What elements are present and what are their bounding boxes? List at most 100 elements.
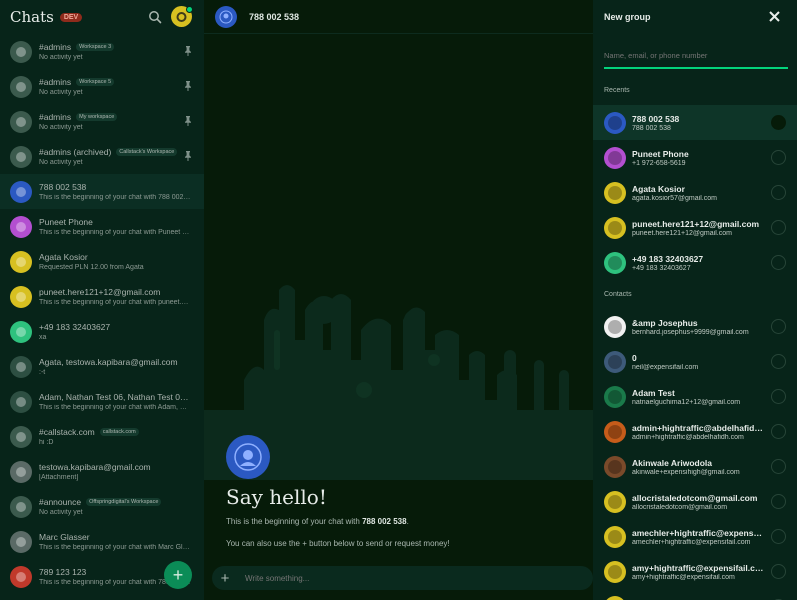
blue-avatar bbox=[10, 180, 32, 203]
participant-detail: admin+hightraffic@abdelhafidh.com bbox=[632, 433, 744, 441]
chat-row[interactable]: Agata Kosior Requested PLN 12.00 from Aga… bbox=[0, 244, 204, 279]
header-avatar[interactable] bbox=[215, 5, 237, 28]
attachment-plus-button[interactable]: + bbox=[217, 570, 233, 587]
chat-preview: No activity yet bbox=[39, 509, 83, 516]
chat-row[interactable]: +49 183 32403627 xa bbox=[0, 314, 204, 349]
search-icon[interactable] bbox=[148, 10, 162, 24]
avatar bbox=[604, 595, 626, 600]
select-radio[interactable] bbox=[771, 319, 786, 334]
chat-name: puneet.here121+12@gmail.com bbox=[39, 287, 161, 297]
participant-row[interactable]: amy+hightraffic@expensifail.com amy+hight… bbox=[593, 554, 797, 589]
select-radio[interactable] bbox=[771, 255, 786, 270]
welcome-chat-name[interactable]: 788 002 538 bbox=[362, 517, 407, 526]
select-radio[interactable] bbox=[771, 389, 786, 404]
group-avatar bbox=[10, 390, 32, 413]
participant-name: &amp Josephus bbox=[632, 317, 698, 328]
chat-name: Marc Glasser bbox=[39, 532, 90, 542]
select-radio[interactable] bbox=[771, 115, 786, 130]
select-radio[interactable] bbox=[771, 564, 786, 579]
select-radio[interactable] bbox=[771, 424, 786, 439]
participant-search-input[interactable] bbox=[604, 45, 788, 60]
chat-name: +49 183 32403627 bbox=[39, 322, 111, 332]
chat-row[interactable]: Marc Glasser This is the beginning of you… bbox=[0, 524, 204, 559]
select-radio[interactable] bbox=[771, 494, 786, 509]
red-avatar bbox=[10, 565, 32, 588]
participant-row[interactable]: 788 002 538 788 002 538 bbox=[593, 105, 797, 140]
composer: + bbox=[212, 566, 593, 590]
avatar bbox=[604, 181, 626, 204]
close-icon[interactable] bbox=[769, 11, 780, 22]
chat-row[interactable]: #admins (archived) Callstack's Workspace N… bbox=[0, 139, 204, 174]
participant-row[interactable]: amechler+hightraffic@expensifail... amech… bbox=[593, 519, 797, 554]
participant-row[interactable]: &amp Josephus bernhard.josephus+9999@gmai… bbox=[593, 309, 797, 344]
participant-row[interactable]: admin+hightraffic@abdelhafidh.comadmin+h… bbox=[593, 414, 797, 449]
participant-row[interactable]: Andrew Lee bbox=[593, 589, 797, 600]
select-radio[interactable] bbox=[771, 354, 786, 369]
group-avatar bbox=[10, 355, 32, 378]
participant-name: Puneet Phone bbox=[632, 148, 689, 159]
chat-row[interactable]: Adam, Nathan Test 06, Nathan Test 01, N.… bbox=[0, 384, 204, 419]
participant-row[interactable]: Puneet Phone +1 972-658-5619 bbox=[593, 140, 797, 175]
composer-input[interactable] bbox=[245, 573, 545, 583]
chat-name: 789 123 123 bbox=[39, 567, 87, 577]
chat-row[interactable]: #announce Offspringdigital's Workspace No … bbox=[0, 489, 204, 524]
select-radio[interactable] bbox=[771, 529, 786, 544]
avatar bbox=[604, 525, 626, 548]
photo-avatar bbox=[10, 530, 32, 553]
chat-preview: Requested PLN 12.00 from Agata bbox=[39, 264, 144, 271]
chat-row[interactable]: Puneet Phone This is the beginning of you… bbox=[0, 209, 204, 244]
green-avatar bbox=[10, 320, 32, 343]
chat-preview: xa bbox=[39, 334, 47, 341]
participant-row[interactable]: 0 neil@expensifail.com bbox=[593, 344, 797, 379]
select-radio[interactable] bbox=[771, 459, 786, 474]
participant-row[interactable]: Adam Test natnaelguchima12+12@gmail.com bbox=[593, 379, 797, 414]
participant-detail: amechler+hightraffic@expensifail.com bbox=[632, 538, 751, 546]
purple-avatar bbox=[10, 215, 32, 238]
recents-list: 788 002 538 788 002 538 Puneet Phone +1 972… bbox=[593, 105, 797, 280]
chat-list: #admins Workspace 3 No activity yet #admins… bbox=[0, 34, 204, 594]
chat-avatar-large[interactable] bbox=[226, 435, 270, 479]
chat-preview: No activity yet bbox=[39, 54, 83, 61]
contacts-label: Contacts bbox=[604, 291, 632, 298]
chat-name: #announce bbox=[39, 497, 82, 507]
avatar bbox=[604, 111, 626, 134]
chat-sidebar: Chats DEV #admins Workspace 3 No activity … bbox=[0, 0, 204, 600]
chat-row[interactable]: testowa.kapibara@gmail.com [Attachment] bbox=[0, 454, 204, 489]
chat-row[interactable]: #admins Workspace 5 No activity yet bbox=[0, 69, 204, 104]
workspace-badge: Workspace 5 bbox=[76, 78, 115, 86]
recents-label: Recents bbox=[604, 87, 630, 94]
avatar bbox=[604, 560, 626, 583]
select-radio[interactable] bbox=[771, 185, 786, 200]
avatar bbox=[604, 350, 626, 373]
panel-header: New group bbox=[593, 0, 797, 34]
select-radio[interactable] bbox=[771, 150, 786, 165]
participant-row[interactable]: +49 183 32403627 +49 183 32403627 bbox=[593, 245, 797, 280]
participant-detail: neil@expensifail.com bbox=[632, 363, 699, 371]
avatar bbox=[604, 420, 626, 443]
avatar bbox=[604, 490, 626, 513]
pin-icon bbox=[185, 81, 191, 91]
floating-action-button[interactable]: + bbox=[164, 561, 192, 589]
participant-row[interactable]: Agata Kosior agata.kosior57@gmail.com bbox=[593, 175, 797, 210]
report-title[interactable]: 788 002 538 bbox=[249, 12, 299, 22]
chat-row[interactable]: #admins My workspace No activity yet bbox=[0, 104, 204, 139]
chat-row[interactable]: 788 002 538 This is the beginning of your… bbox=[0, 174, 204, 209]
chat-row[interactable]: puneet.here121+12@gmail.com This is the b… bbox=[0, 279, 204, 314]
participant-search-field[interactable] bbox=[604, 45, 788, 69]
globe-icon bbox=[10, 425, 32, 448]
chat-preview: This is the beginning of your chat with … bbox=[39, 299, 191, 306]
chat-row[interactable]: Agata, testowa.kapibara@gmail.com:-t bbox=[0, 349, 204, 384]
chat-name: testowa.kapibara@gmail.com bbox=[39, 462, 151, 472]
chat-row[interactable]: #callstack.com callstack.com hi :D bbox=[0, 419, 204, 454]
chat-row[interactable]: #admins Workspace 3 No activity yet bbox=[0, 34, 204, 69]
panel-title: New group bbox=[604, 12, 651, 22]
chat-preview: This is the beginning of your chat with … bbox=[39, 194, 191, 201]
sidebar-header: Chats DEV bbox=[0, 0, 204, 34]
chat-name: Agata Kosior bbox=[39, 252, 88, 262]
participant-row[interactable]: Akinwale Ariwodola akinwale+expensihigh@g… bbox=[593, 449, 797, 484]
chat-preview: [Attachment] bbox=[39, 474, 79, 481]
participant-name: 788 002 538 bbox=[632, 113, 680, 124]
participant-row[interactable]: puneet.here121+12@gmail.com puneet.here12… bbox=[593, 210, 797, 245]
select-radio[interactable] bbox=[771, 220, 786, 235]
participant-row[interactable]: allocristaledotcom@gmail.com allocristale… bbox=[593, 484, 797, 519]
